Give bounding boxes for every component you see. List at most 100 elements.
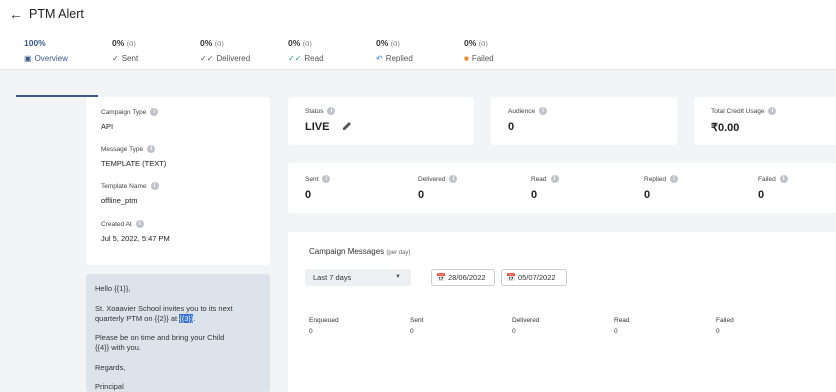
date-from-input[interactable]: 📅 28/06/2022 <box>431 269 495 286</box>
tab-count: (0) <box>214 39 224 48</box>
campaign-messages-subtitle: (per day) <box>386 250 411 256</box>
message-line: St. Xoaavier School invites you to its n… <box>95 304 233 313</box>
audience-card: Audience i 0 <box>491 97 677 145</box>
tab-pct: 0% <box>200 38 213 48</box>
status-card: Status i LIVE <box>288 97 474 145</box>
tab-label: Read <box>304 54 324 63</box>
table-cell: 0 <box>614 328 618 335</box>
column-header: Failed <box>716 317 734 324</box>
created-at-value: Jul 5, 2022, 5:47 PM <box>101 234 170 243</box>
tab-count: (0) <box>478 39 488 48</box>
tab-pct: 0% <box>376 38 389 48</box>
info-icon[interactable]: i <box>327 107 336 115</box>
failed-icon: ■ <box>464 54 469 63</box>
message-line: Regards, <box>95 363 126 372</box>
count-sent: Sent i 0 <box>305 175 331 201</box>
count-failed: Failed i 0 <box>758 175 788 201</box>
table-cell: 0 <box>309 328 313 335</box>
campaign-type-field: Campaign Type i API <box>101 108 159 131</box>
table-cell: 0 <box>512 328 516 335</box>
overview-icon: ▣ <box>24 54 32 63</box>
date-to-value: 05/07/2022 <box>518 273 556 282</box>
info-icon[interactable]: i <box>322 175 331 183</box>
count-label: Read <box>531 175 547 183</box>
info-icon[interactable]: i <box>150 108 159 116</box>
count-replied: Replied i 0 <box>644 175 679 201</box>
message-line: Principal <box>95 382 124 391</box>
info-icon[interactable]: i <box>779 175 788 183</box>
double-check-green-icon: ✓✓ <box>288 54 302 63</box>
range-select[interactable]: Last 7 days ▼ <box>305 269 411 286</box>
page-title: PTM Alert <box>29 7 84 21</box>
field-label: Campaign Type <box>101 108 147 116</box>
tab-label: Replied <box>385 54 413 63</box>
info-icon[interactable]: i <box>539 107 548 115</box>
tab-count: (0) <box>126 39 136 48</box>
table-cell: 0 <box>716 328 720 335</box>
message-counts-card: Sent i 0 Delivered i 0 Read i 0 Replied i 0 … <box>288 163 836 213</box>
count-value: 0 <box>305 189 312 201</box>
count-delivered: Delivered i 0 <box>418 175 458 201</box>
tab-pct: 100% <box>24 38 46 48</box>
message-line: Please be on time and bring your Child <box>95 333 225 342</box>
tab-read[interactable]: 0% (0) ✓✓ Read <box>288 38 324 63</box>
tab-label: Sent <box>121 54 139 63</box>
pencil-icon[interactable] <box>342 121 352 131</box>
created-at-field: Created At i Jul 5, 2022, 5:47 PM <box>101 220 170 243</box>
campaign-messages-card: Campaign Messages (per day) Last 7 days ▼… <box>288 232 836 392</box>
audience-label: Audience <box>508 107 536 115</box>
calendar-icon: 📅 <box>436 273 446 282</box>
info-icon[interactable]: i <box>550 175 559 183</box>
info-icon[interactable]: i <box>135 220 144 228</box>
campaign-info-card: Campaign Type i API Message Type i TEMPLAT… <box>86 97 270 265</box>
tab-failed[interactable]: 0% (0) ■ Failed <box>464 38 494 63</box>
count-label: Sent <box>305 175 319 183</box>
info-icon[interactable]: i <box>449 175 458 183</box>
template-name-field: Template Name i offline_ptm <box>101 182 159 205</box>
tab-sent[interactable]: 0% (0) ✓ Sent <box>112 38 138 63</box>
info-icon[interactable]: i <box>150 182 159 190</box>
column-header: Read <box>614 317 630 324</box>
count-read: Read i 0 <box>531 175 559 201</box>
credit-usage-card: Total Credit Usage i ₹0.00 <box>694 97 836 145</box>
tab-pct: 0% <box>288 38 301 48</box>
active-tab-indicator <box>16 95 98 97</box>
status-tabs: 100% ▣ Overview 0% (0) ✓ Sent 0% (0) ✓✓ Del… <box>0 28 836 97</box>
campaign-messages-title: Campaign Messages (per day) <box>309 247 411 256</box>
count-value: 0 <box>418 189 425 201</box>
status-label: Status <box>305 107 324 115</box>
tab-overview[interactable]: 100% ▣ Overview <box>24 38 68 63</box>
arrow-left-icon[interactable]: ← <box>9 6 23 22</box>
chevron-down-icon: ▼ <box>395 274 401 280</box>
count-value: 0 <box>758 189 765 201</box>
double-check-icon: ✓✓ <box>200 54 214 63</box>
template-name-value: offline_ptm <box>101 196 138 205</box>
tab-delivered[interactable]: 0% (0) ✓✓ Delivered <box>200 38 250 63</box>
date-to-input[interactable]: 📅 05/07/2022 <box>501 269 567 286</box>
tab-pct: 0% <box>464 38 477 48</box>
credit-label: Total Credit Usage <box>711 107 765 115</box>
tab-label: Overview <box>34 54 68 63</box>
status-value: LIVE <box>305 121 330 133</box>
column-header: Sent <box>410 317 424 324</box>
field-label: Created At <box>101 220 132 228</box>
field-label: Message Type <box>101 145 144 153</box>
tab-pct: 0% <box>112 38 125 48</box>
count-value: 0 <box>644 189 651 201</box>
info-icon[interactable]: i <box>768 107 777 115</box>
tab-label: Failed <box>471 54 494 63</box>
credit-value: ₹0.00 <box>711 122 740 134</box>
info-icon[interactable]: i <box>670 175 679 183</box>
selected-text: {{3}} <box>179 314 194 323</box>
info-icon[interactable]: i <box>147 145 156 153</box>
count-label: Replied <box>644 175 667 183</box>
audience-value: 0 <box>508 121 515 133</box>
tab-count: (0) <box>390 39 400 48</box>
range-value: Last 7 days <box>313 273 352 282</box>
tab-label: Delivered <box>216 54 251 63</box>
message-line: Hello {{1}}, <box>95 284 131 293</box>
column-header: Enqueued <box>309 317 339 324</box>
top-bar: ← PTM Alert <box>0 0 836 28</box>
message-line: quarterly PTM on {{2}} at {{3}}. <box>95 314 196 323</box>
tab-replied[interactable]: 0% (0) ↶ Replied <box>376 38 413 63</box>
